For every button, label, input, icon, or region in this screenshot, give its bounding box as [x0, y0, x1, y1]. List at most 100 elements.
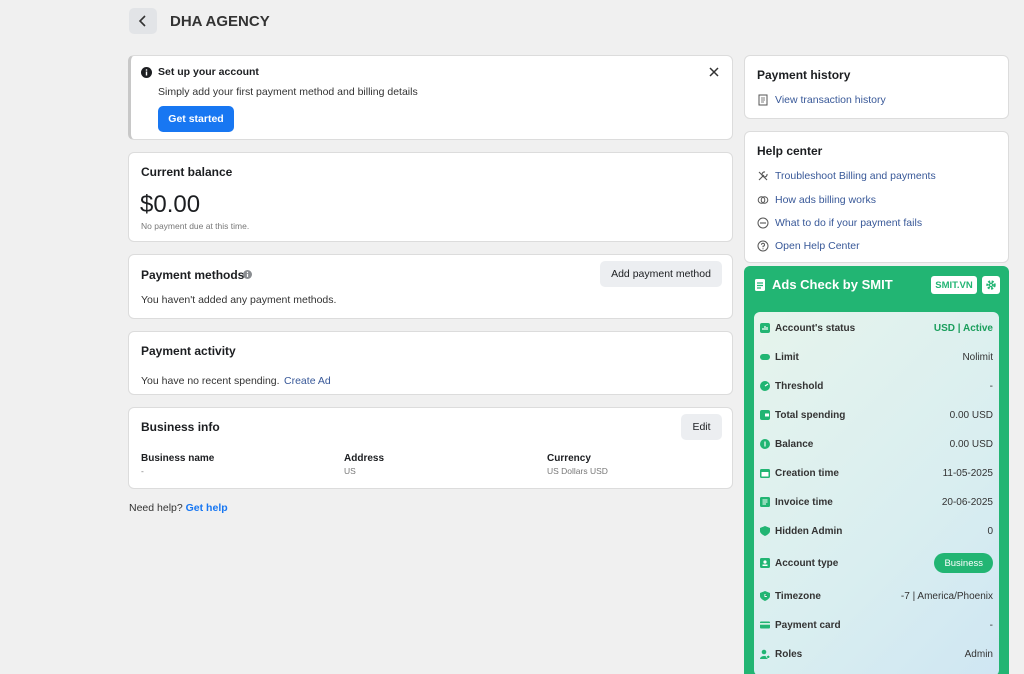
shield-icon [760, 526, 770, 536]
settings-button[interactable] [982, 276, 1000, 294]
payment-history-card: Payment history View transaction history [744, 55, 1009, 119]
ads-check-panel: Ads Check by SMIT SMIT.VN Account's stat… [744, 266, 1009, 674]
edit-button[interactable]: Edit [681, 414, 722, 440]
help-item-label: How ads billing works [775, 194, 876, 206]
row-roles: Roles Admin [760, 644, 993, 664]
currency-value: US Dollars USD [547, 466, 608, 476]
minus-circle-icon [757, 217, 769, 229]
setup-description: Simply add your first payment method and… [158, 86, 418, 98]
row-value: - [989, 380, 993, 392]
account-type-badge: Business [934, 553, 993, 573]
row-value: -7 | America/Phoenix [900, 590, 993, 602]
row-value: Nolimit [962, 351, 993, 363]
help-item-troubleshoot[interactable]: Troubleshoot Billing and payments [757, 170, 936, 182]
help-item-open-help-center[interactable]: Open Help Center [757, 240, 860, 252]
invoice-icon [760, 497, 770, 507]
business-col-currency: Currency US Dollars USD [547, 453, 608, 476]
row-value: 20-06-2025 [941, 496, 993, 508]
payment-methods-empty: You haven't added any payment methods. [141, 294, 337, 306]
balance-amount: $0.00 [140, 191, 201, 218]
help-item-billing-works[interactable]: How ads billing works [757, 194, 876, 206]
row-creation-time: Creation time 11-05-2025 [760, 463, 993, 483]
balance-title: Current balance [141, 165, 233, 179]
row-value: 11-05-2025 [942, 467, 993, 479]
help-center-card: Help center Troubleshoot Billing and pay… [744, 131, 1009, 263]
address-value: US [344, 466, 356, 476]
payment-methods-card: Payment methods Add payment method You h… [128, 254, 733, 319]
need-help-text: Need help? [129, 502, 183, 514]
row-label: Creation time [775, 467, 839, 479]
business-info-title: Business info [141, 420, 220, 434]
row-label: Threshold [775, 380, 824, 392]
chevron-left-icon [138, 15, 146, 27]
id-card-icon [760, 558, 770, 568]
need-help: Need help? Get help [129, 502, 228, 514]
coin-icon [760, 439, 770, 449]
get-started-button[interactable]: Get started [158, 106, 234, 132]
row-label: Limit [775, 351, 799, 363]
row-hidden-admin: Hidden Admin 0 [760, 521, 993, 541]
row-label: Invoice time [775, 496, 833, 508]
current-balance-card: Current balance $0.00 No payment due at … [128, 152, 733, 242]
business-name-value: - [141, 466, 144, 476]
back-button[interactable] [129, 8, 157, 34]
business-name-label: Business name [141, 453, 215, 464]
chart-icon [760, 323, 770, 333]
payment-activity-text: You have no recent spending. Create Ad [141, 371, 331, 389]
row-label: Timezone [775, 590, 821, 602]
row-payment-card: Payment card - [760, 615, 993, 635]
user-gear-icon [760, 649, 770, 659]
question-circle-icon [757, 240, 769, 252]
view-transaction-history-link[interactable]: View transaction history [757, 94, 886, 106]
payment-activity-card: Payment activity You have no recent spen… [128, 331, 733, 395]
document-icon [755, 279, 765, 291]
add-payment-method-button[interactable]: Add payment method [600, 261, 722, 287]
row-value: - [989, 619, 993, 631]
limit-icon [760, 352, 770, 362]
row-value: 0.00 USD [949, 409, 993, 421]
receipt-icon [758, 94, 768, 106]
help-item-payment-fails[interactable]: What to do if your payment fails [757, 217, 922, 229]
row-label: Balance [775, 438, 814, 450]
payment-history-title: Payment history [757, 68, 851, 82]
info-icon[interactable] [243, 270, 252, 279]
help-item-label: What to do if your payment fails [775, 217, 923, 229]
setup-title: Set up your account [158, 66, 259, 78]
close-icon[interactable] [709, 67, 719, 77]
clock-icon [760, 591, 770, 601]
row-label: Roles [775, 648, 803, 660]
gauge-icon [760, 381, 770, 391]
row-threshold: Threshold - [760, 376, 993, 396]
help-center-title: Help center [757, 144, 823, 158]
get-help-link[interactable]: Get help [186, 502, 228, 514]
ads-check-title: Ads Check by SMIT [772, 277, 893, 292]
row-value: 0 [987, 525, 993, 537]
create-ad-link[interactable]: Create Ad [284, 375, 331, 387]
payment-activity-title: Payment activity [141, 344, 236, 358]
row-label: Hidden Admin [775, 525, 843, 537]
view-transaction-history-label: View transaction history [775, 94, 886, 106]
credit-card-icon [760, 620, 770, 630]
calendar-icon [760, 468, 770, 478]
row-account-type: Account type Business [760, 550, 993, 576]
currency-label: Currency [547, 453, 591, 464]
page-title: DHA AGENCY [170, 13, 270, 30]
ads-check-details: Account's status USD | Active Limit Noli… [754, 312, 999, 674]
balance-note: No payment due at this time. [141, 221, 250, 231]
row-label: Account's status [775, 322, 856, 334]
payment-methods-title: Payment methods [141, 268, 245, 282]
coins-icon [757, 196, 769, 204]
row-account-status: Account's status USD | Active [760, 318, 993, 338]
row-label: Payment card [775, 619, 841, 631]
help-item-label: Troubleshoot Billing and payments [775, 170, 936, 182]
help-item-label: Open Help Center [775, 240, 860, 252]
row-value: Admin [964, 648, 993, 660]
address-label: Address [344, 453, 385, 464]
setup-account-card: Set up your account Simply add your firs… [128, 55, 733, 140]
smit-vn-badge[interactable]: SMIT.VN [931, 276, 977, 294]
row-limit: Limit Nolimit [760, 347, 993, 367]
activity-empty-text: You have no recent spending. [141, 375, 280, 387]
wallet-icon [760, 410, 770, 420]
gear-icon [986, 280, 996, 290]
wrench-icon [758, 171, 768, 181]
